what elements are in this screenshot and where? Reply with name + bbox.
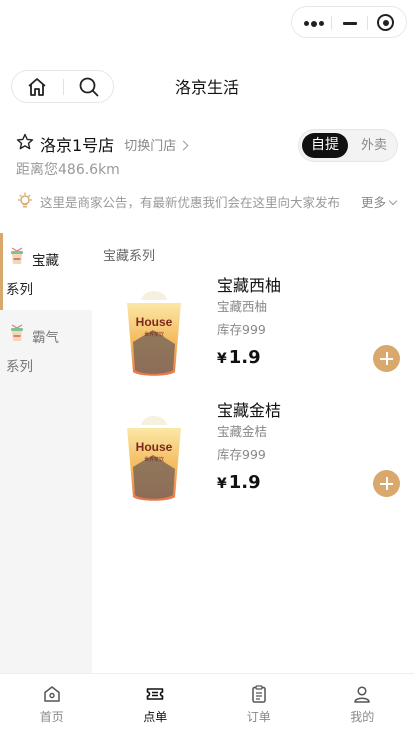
delivery-option[interactable]: 外卖 xyxy=(354,133,394,158)
tab-label: 我的 xyxy=(350,710,375,724)
store-name: 洛京1号店 xyxy=(40,136,115,155)
category-label: 宝藏 xyxy=(32,253,59,269)
price-value: 1.9 xyxy=(228,472,261,493)
product-stock: 库存999 xyxy=(217,447,266,462)
page: 洛京生活 洛京1号店 切换门店 距离您486.6km 自提 外卖 这里是商家公告… xyxy=(0,0,414,736)
category-label-line2: 系列 xyxy=(6,282,33,298)
notice-bar: 这里是商家公告，有最新优惠我们会在这里向大家发布 更多 xyxy=(16,191,400,211)
lightbulb-icon xyxy=(16,192,34,214)
cup-icon xyxy=(9,324,25,346)
user-icon xyxy=(352,684,372,708)
capsule-divider xyxy=(331,16,332,30)
category-item-baozang[interactable]: 宝藏 系列 xyxy=(0,233,92,310)
tab-order[interactable]: 点单 xyxy=(104,674,208,736)
section-title: 宝藏系列 xyxy=(103,249,156,264)
drink-cup-image: House 世界茶饮 xyxy=(119,407,189,502)
currency-symbol: ¥ xyxy=(217,351,227,367)
minimize-icon[interactable] xyxy=(343,22,357,25)
product-description: 宝藏西柚 xyxy=(217,299,268,314)
add-to-cart-button[interactable] xyxy=(373,470,400,497)
add-to-cart-button[interactable] xyxy=(373,345,400,372)
home-icon xyxy=(42,684,62,708)
switch-store-button[interactable]: 切换门店 xyxy=(124,135,189,154)
tab-label: 首页 xyxy=(39,710,64,724)
tab-orders[interactable]: 订单 xyxy=(207,674,311,736)
category-sidebar: 宝藏 系列 霸气 系列 xyxy=(0,233,92,673)
notice-text: 这里是商家公告，有最新优惠我们会在这里向大家发布 xyxy=(40,195,340,210)
notice-more-button[interactable]: 更多 xyxy=(360,192,398,211)
tab-me[interactable]: 我的 xyxy=(311,674,414,736)
product-name: 宝藏金桔 xyxy=(217,401,282,420)
chevron-down-icon xyxy=(388,196,398,206)
tab-label: 订单 xyxy=(246,710,271,724)
svg-text:House: House xyxy=(136,315,173,329)
switch-store-label: 切换门店 xyxy=(124,138,177,154)
product-name: 宝藏西柚 xyxy=(217,276,282,295)
product-price: ¥1.9 xyxy=(217,347,261,368)
page-title: 洛京生活 xyxy=(174,78,239,97)
currency-symbol: ¥ xyxy=(217,476,227,492)
tab-label: 点单 xyxy=(143,710,168,724)
product-description: 宝藏金桔 xyxy=(217,424,268,439)
category-item-baqi[interactable]: 霸气 系列 xyxy=(0,310,92,387)
store-distance: 距离您486.6km xyxy=(16,162,120,178)
pickup-option[interactable]: 自提 xyxy=(302,133,348,158)
chevron-right-icon xyxy=(178,140,189,150)
store-row: 洛京1号店 切换门店 xyxy=(16,132,189,156)
mini-program-capsule xyxy=(291,6,407,38)
drink-cup-image: House 世界茶饮 xyxy=(119,282,189,377)
bottom-tab-bar: 首页 点单 订单 我的 xyxy=(0,673,414,736)
category-label: 霸气 xyxy=(32,330,59,346)
target-circle-icon[interactable] xyxy=(377,14,394,31)
ticket-icon xyxy=(145,684,165,708)
product-card[interactable]: House 世界茶饮 宝藏金桔 宝藏金桔 库存999 ¥1.9 xyxy=(103,397,403,515)
clipboard-icon xyxy=(249,684,269,708)
product-card[interactable]: House 世界茶饮 宝藏西柚 宝藏西柚 库存999 ¥1.9 xyxy=(103,272,403,390)
category-label-line2: 系列 xyxy=(6,359,33,375)
svg-text:世界茶饮: 世界茶饮 xyxy=(144,456,164,463)
svg-text:House: House xyxy=(136,440,173,454)
notice-more-label: 更多 xyxy=(360,195,386,210)
svg-text:世界茶饮: 世界茶饮 xyxy=(144,331,164,338)
price-value: 1.9 xyxy=(228,347,261,368)
product-price: ¥1.9 xyxy=(217,472,261,493)
capsule-divider xyxy=(367,16,368,30)
product-stock: 库存999 xyxy=(217,322,266,337)
cup-icon xyxy=(9,247,25,269)
star-icon[interactable] xyxy=(16,133,34,155)
more-dots-icon[interactable] xyxy=(304,20,324,27)
tab-home[interactable]: 首页 xyxy=(0,674,104,736)
order-mode-toggle: 自提 外卖 xyxy=(298,129,398,162)
